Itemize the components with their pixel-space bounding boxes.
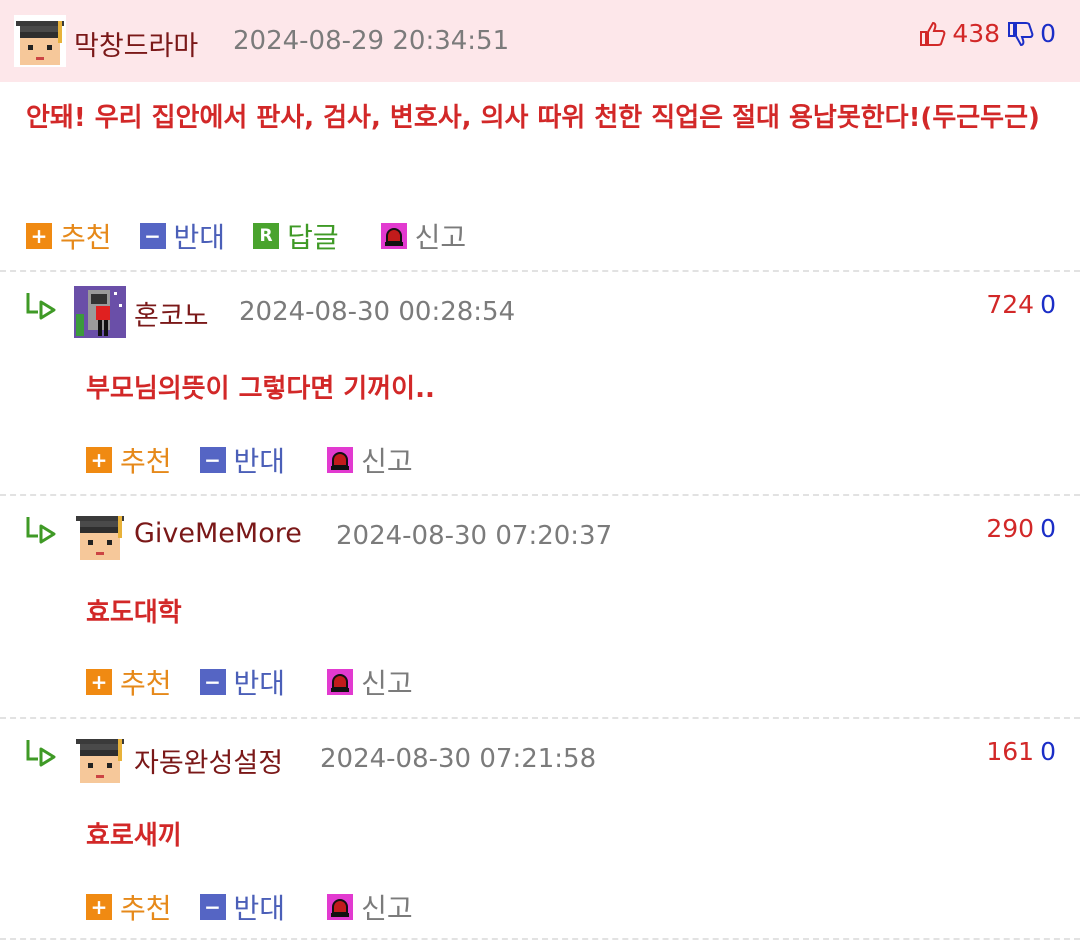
author-name[interactable]: GiveMeMore <box>134 518 302 549</box>
author-name[interactable]: 막창드라마 <box>74 24 198 63</box>
comment-date: 2024-08-30 07:21:58 <box>320 744 597 774</box>
up-count: 724 <box>986 290 1035 319</box>
comment-actions: + 추천 − 반대 신고 <box>86 887 441 927</box>
comment-actions: + 추천 − 반대 R 답글 신고 <box>26 216 494 256</box>
comment-actions: + 추천 − 반대 신고 <box>86 662 441 702</box>
recommend-label: 추천 <box>60 221 112 254</box>
siren-icon <box>380 223 407 249</box>
report-label: 신고 <box>414 221 467 254</box>
reply-button[interactable]: R 답글 <box>253 216 339 256</box>
siren-icon <box>327 447 354 473</box>
graduate-avatar-icon[interactable] <box>74 510 126 562</box>
author-name[interactable]: 혼코노 <box>134 294 209 333</box>
karaoke-avatar-icon[interactable] <box>74 286 126 338</box>
minus-icon: − <box>199 669 226 695</box>
reply-label: 답글 <box>287 221 339 254</box>
minus-icon: − <box>199 447 226 473</box>
reply-arrow-icon <box>24 737 60 767</box>
main-comment-header: 막창드라마 2024-08-29 20:34:51 438 0 <box>0 0 1080 82</box>
reply-comment: 자동완성설정 2024-08-30 07:21:58 161 0 효로새끼 + 추… <box>0 719 1080 939</box>
oppose-label: 반대 <box>233 445 286 478</box>
comment-date: 2024-08-29 20:34:51 <box>233 26 510 56</box>
vote-summary: 290 0 <box>986 514 1056 543</box>
down-count: 0 <box>1040 19 1056 48</box>
vote-summary: 724 0 <box>986 290 1056 319</box>
comment-text: 효도대학 <box>86 598 182 628</box>
graduate-avatar-icon[interactable] <box>74 733 126 785</box>
report-button[interactable]: 신고 <box>327 440 413 480</box>
minus-icon: − <box>139 223 166 249</box>
report-button[interactable]: 신고 <box>380 216 467 256</box>
oppose-button[interactable]: − 반대 <box>199 440 286 480</box>
oppose-label: 반대 <box>233 892 286 925</box>
comment-date: 2024-08-30 07:20:37 <box>336 521 613 551</box>
thumbs-up-icon <box>920 21 946 46</box>
main-comment: 막창드라마 2024-08-29 20:34:51 438 0 안돼! 우리 집… <box>0 0 1080 271</box>
reply-comment: 혼코노 2024-08-30 00:28:54 724 0 부모님의뜻이 그렇다면… <box>0 272 1080 494</box>
up-count: 438 <box>952 19 1001 48</box>
plus-icon: + <box>86 894 112 920</box>
comment-text: 효로새끼 <box>86 821 182 851</box>
recommend-label: 추천 <box>120 892 172 925</box>
report-label: 신고 <box>361 445 413 478</box>
reply-arrow-icon <box>24 514 60 544</box>
vote-summary: 438 0 <box>918 19 1056 48</box>
oppose-label: 반대 <box>233 667 286 700</box>
up-count: 290 <box>986 514 1035 543</box>
graduate-avatar-icon[interactable] <box>14 15 66 67</box>
recommend-label: 추천 <box>120 445 172 478</box>
reply-arrow-icon <box>24 290 60 320</box>
vote-summary: 161 0 <box>986 737 1056 766</box>
siren-icon <box>327 894 354 920</box>
recommend-label: 추천 <box>120 667 172 700</box>
author-name[interactable]: 자동완성설정 <box>134 741 283 780</box>
recommend-button[interactable]: + 추천 <box>86 440 172 480</box>
reply-comment: GiveMeMore 2024-08-30 07:20:37 290 0 효도대학… <box>0 496 1080 718</box>
siren-icon <box>327 669 354 695</box>
report-button[interactable]: 신고 <box>327 662 413 702</box>
plus-icon: + <box>86 669 112 695</box>
recommend-button[interactable]: + 추천 <box>26 216 112 256</box>
oppose-button[interactable]: − 반대 <box>139 216 226 256</box>
divider <box>0 938 1080 940</box>
recommend-button[interactable]: + 추천 <box>86 887 172 927</box>
down-count: 0 <box>1040 514 1056 543</box>
report-label: 신고 <box>361 667 413 700</box>
thumbs-down-icon <box>1008 21 1034 46</box>
recommend-button[interactable]: + 추천 <box>86 662 172 702</box>
oppose-button[interactable]: − 반대 <box>199 662 286 702</box>
plus-icon: + <box>26 223 52 249</box>
comment-text: 안돼! 우리 집안에서 판사, 검사, 변호사, 의사 따위 천한 직업은 절대… <box>26 103 1040 133</box>
report-label: 신고 <box>361 892 413 925</box>
comment-text: 부모님의뜻이 그렇다면 기꺼이.. <box>86 374 435 404</box>
reply-r-icon: R <box>253 223 280 249</box>
plus-icon: + <box>86 447 112 473</box>
down-count: 0 <box>1040 737 1056 766</box>
oppose-label: 반대 <box>173 221 226 254</box>
comment-date: 2024-08-30 00:28:54 <box>239 297 516 327</box>
comment-actions: + 추천 − 반대 신고 <box>86 440 441 480</box>
oppose-button[interactable]: − 반대 <box>199 887 286 927</box>
up-count: 161 <box>986 737 1035 766</box>
minus-icon: − <box>199 894 226 920</box>
down-count: 0 <box>1040 290 1056 319</box>
report-button[interactable]: 신고 <box>327 887 413 927</box>
